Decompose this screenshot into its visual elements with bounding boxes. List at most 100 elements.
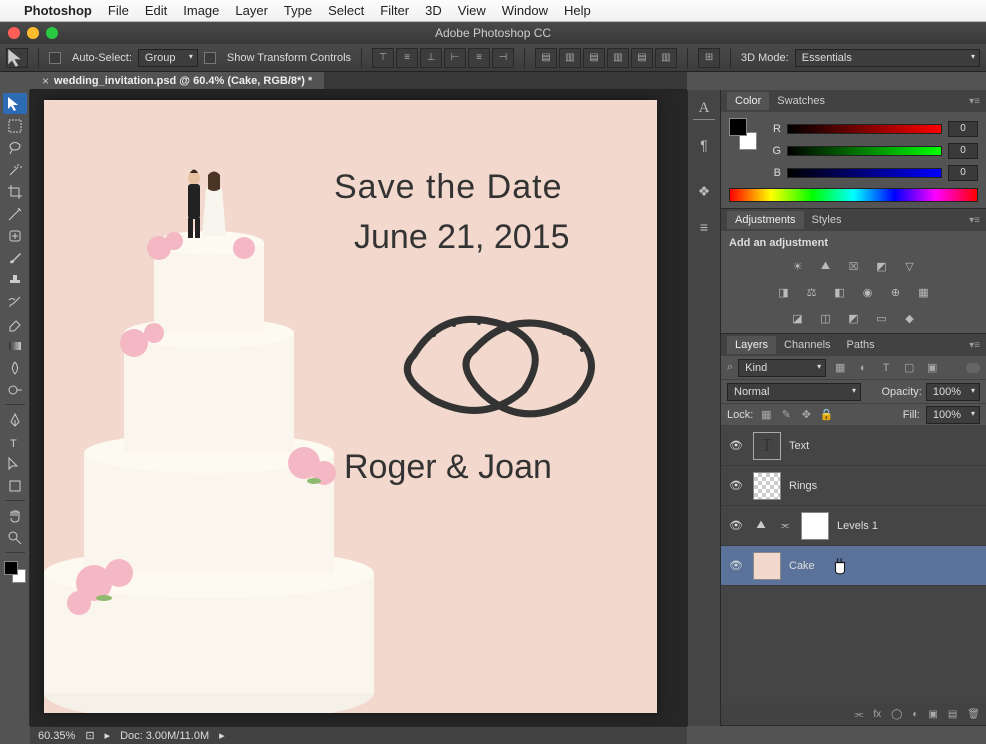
filter-shape-icon[interactable]: ▢ — [900, 361, 918, 374]
blue-slider[interactable] — [787, 168, 942, 178]
path-select-tool[interactable] — [3, 453, 27, 474]
menu-help[interactable]: Help — [564, 3, 591, 18]
zoom-window-button[interactable] — [46, 27, 58, 39]
hand-tool[interactable] — [3, 505, 27, 526]
doc-size[interactable]: Doc: 3.00M/11.0M — [120, 730, 209, 742]
layer-row-cake[interactable]: 👁 Cake — [721, 546, 986, 586]
lock-all-icon[interactable]: 🔒 — [819, 408, 833, 421]
app-menu[interactable]: Photoshop — [24, 3, 92, 18]
close-window-button[interactable] — [8, 27, 20, 39]
distribute-top-icon[interactable]: ▤ — [535, 48, 557, 68]
minimize-window-button[interactable] — [27, 27, 39, 39]
layer-row-rings[interactable]: 👁 Rings — [721, 466, 986, 506]
menu-file[interactable]: File — [108, 3, 129, 18]
menu-type[interactable]: Type — [284, 3, 312, 18]
healing-tool[interactable] — [3, 225, 27, 246]
filter-adjustment-icon[interactable]: ◐ — [854, 362, 872, 374]
brushes-panel-icon[interactable]: ❖ — [693, 180, 715, 202]
photo-filter-icon[interactable]: ◉ — [859, 283, 877, 301]
visibility-toggle[interactable]: 👁 — [727, 439, 745, 452]
threshold-icon[interactable]: ◩ — [845, 309, 863, 327]
layer-row-levels[interactable]: 👁 ⛰ ⫘ Levels 1 — [721, 506, 986, 546]
menu-image[interactable]: Image — [183, 3, 219, 18]
document-tab[interactable]: × wedding_invitation.psd @ 60.4% (Cake, … — [30, 72, 324, 89]
lock-transparent-icon[interactable]: ▦ — [759, 408, 773, 421]
distribute-right-icon[interactable]: ▥ — [655, 48, 677, 68]
green-slider[interactable] — [787, 146, 942, 156]
vibrance-icon[interactable]: ▽ — [901, 257, 919, 275]
menu-3d[interactable]: 3D — [425, 3, 442, 18]
fx-icon[interactable]: fx — [873, 709, 881, 720]
fill-field[interactable]: 100% — [926, 406, 980, 424]
character-panel-icon[interactable]: A — [693, 98, 715, 120]
align-hcenter-icon[interactable]: ≡ — [468, 48, 490, 68]
channels-tab[interactable]: Channels — [776, 336, 838, 354]
stamp-tool[interactable] — [3, 269, 27, 290]
color-panel-menu-icon[interactable]: ▾≡ — [969, 96, 980, 107]
gradient-map-icon[interactable]: ▭ — [873, 309, 891, 327]
paragraph-panel-icon[interactable]: ¶ — [693, 134, 715, 156]
pen-tool[interactable] — [3, 409, 27, 430]
swatches-tab[interactable]: Swatches — [769, 92, 833, 110]
color-tab[interactable]: Color — [727, 92, 769, 110]
styles-tab[interactable]: Styles — [804, 211, 850, 229]
align-left-icon[interactable]: ⊢ — [444, 48, 466, 68]
gradient-tool[interactable] — [3, 335, 27, 356]
layer-name[interactable]: Cake — [789, 560, 815, 572]
bw-icon[interactable]: ◧ — [831, 283, 849, 301]
channel-mixer-icon[interactable]: ⊕ — [887, 283, 905, 301]
menu-window[interactable]: Window — [502, 3, 548, 18]
levels-icon[interactable]: ⛰ — [817, 257, 835, 275]
adjustments-panel-menu-icon[interactable]: ▾≡ — [969, 215, 980, 226]
align-vcenter-icon[interactable]: ≡ — [396, 48, 418, 68]
visibility-toggle[interactable]: 👁 — [727, 519, 745, 532]
paths-tab[interactable]: Paths — [839, 336, 883, 354]
layers-tab[interactable]: Layers — [727, 336, 776, 354]
brush-tool[interactable] — [3, 247, 27, 268]
move-tool[interactable] — [3, 93, 27, 114]
adjustments-tab[interactable]: Adjustments — [727, 211, 804, 229]
shape-tool[interactable] — [3, 475, 27, 496]
show-transform-checkbox[interactable] — [204, 52, 216, 64]
hue-strip[interactable] — [729, 188, 978, 202]
distribute-vcenter-icon[interactable]: ▥ — [559, 48, 581, 68]
layer-name[interactable]: Levels 1 — [837, 520, 878, 532]
invert-icon[interactable]: ◪ — [789, 309, 807, 327]
color-swatch[interactable] — [4, 561, 26, 583]
auto-select-target-dropdown[interactable]: Group — [138, 49, 198, 67]
hue-icon[interactable]: ◨ — [775, 283, 793, 301]
new-layer-icon[interactable]: ▤ — [948, 709, 957, 720]
selective-color-icon[interactable]: ◆ — [901, 309, 919, 327]
auto-align-icon[interactable]: ⊞ — [698, 48, 720, 68]
layer-name[interactable]: Rings — [789, 480, 817, 492]
lock-paint-icon[interactable]: ✎ — [779, 408, 793, 421]
opacity-field[interactable]: 100% — [926, 383, 980, 401]
curves-icon[interactable]: ☒ — [845, 257, 863, 275]
close-tab-icon[interactable]: × — [42, 74, 49, 88]
wand-tool[interactable] — [3, 159, 27, 180]
crop-tool[interactable] — [3, 181, 27, 202]
exposure-icon[interactable]: ◩ — [873, 257, 891, 275]
distribute-left-icon[interactable]: ▥ — [607, 48, 629, 68]
blur-tool[interactable] — [3, 357, 27, 378]
blend-mode-dropdown[interactable]: Normal — [727, 383, 861, 401]
brightness-icon[interactable]: ☀ — [789, 257, 807, 275]
link-layers-icon[interactable]: ⫘ — [854, 709, 863, 720]
type-tool[interactable]: T — [3, 431, 27, 452]
menu-view[interactable]: View — [458, 3, 486, 18]
red-value[interactable]: 0 — [948, 121, 978, 137]
zoom-slider-icon[interactable]: ⊡ — [85, 729, 94, 742]
menu-select[interactable]: Select — [328, 3, 364, 18]
document-canvas[interactable]: Save the Date June 21, 2015 Roger & Joan — [44, 100, 657, 713]
color-foreground-background[interactable] — [729, 118, 757, 150]
menu-layer[interactable]: Layer — [235, 3, 268, 18]
align-top-icon[interactable]: ⊤ — [372, 48, 394, 68]
visibility-toggle[interactable]: 👁 — [727, 479, 745, 492]
group-icon[interactable]: ▣ — [928, 709, 937, 720]
fill-adj-icon[interactable]: ◐ — [912, 709, 918, 720]
history-panel-icon[interactable]: ≡ — [693, 216, 715, 238]
layer-name[interactable]: Text — [789, 440, 809, 452]
distribute-hcenter-icon[interactable]: ▤ — [631, 48, 653, 68]
filter-pixel-icon[interactable]: ▦ — [831, 361, 849, 374]
blue-value[interactable]: 0 — [948, 165, 978, 181]
